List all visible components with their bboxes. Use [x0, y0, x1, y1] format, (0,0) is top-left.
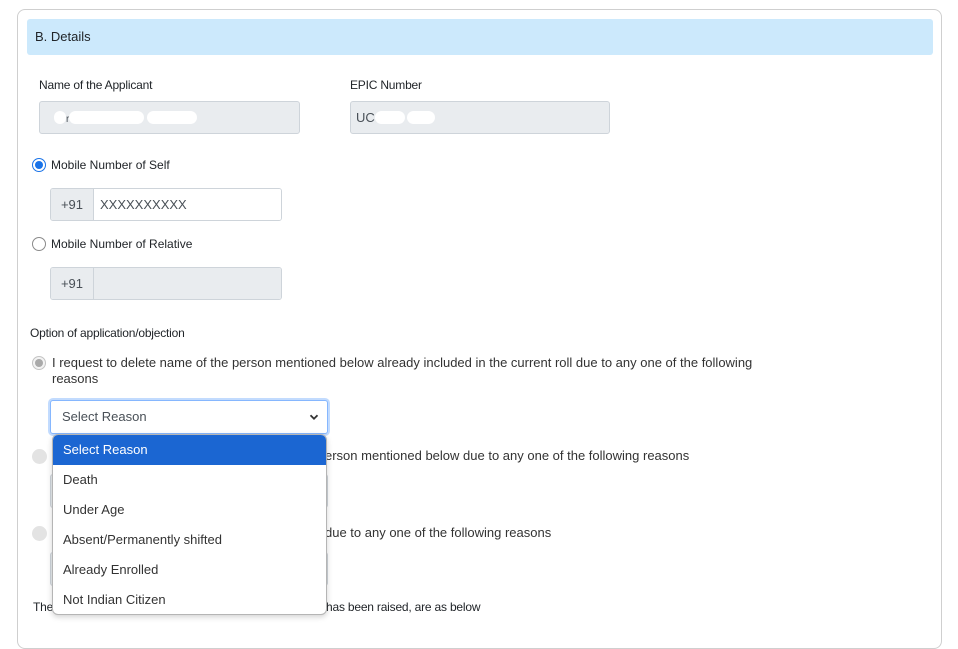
section-header: B. Details	[27, 19, 933, 55]
footer-text-end: has been raised, are as below	[326, 600, 481, 614]
applicant-name-label: Name of the Applicant	[39, 78, 153, 92]
mobile-relative-label: Mobile Number of Relative	[51, 237, 193, 251]
epic-number-value: UC	[356, 110, 375, 125]
application-option-heading: Option of application/objection	[30, 326, 185, 340]
redaction-mask	[69, 111, 145, 125]
option-2-text: erson mentioned below due to any one of …	[325, 448, 690, 463]
mobile-relative-input[interactable]	[94, 268, 281, 299]
section-title: B. Details	[35, 29, 91, 44]
country-code-prefix: +91	[51, 268, 94, 299]
redaction-mask	[54, 111, 66, 125]
redaction-mask	[406, 111, 435, 125]
delete-name-radio[interactable]	[32, 356, 46, 370]
dropdown-option[interactable]: Already Enrolled	[53, 555, 326, 585]
dropdown-option[interactable]: Absent/Permanently shifted	[53, 525, 326, 555]
mobile-relative-input-group: +91	[50, 267, 282, 300]
delete-reason-select[interactable]: Select Reason	[50, 400, 328, 434]
chevron-down-icon	[309, 414, 319, 420]
option-2-radio[interactable]	[32, 449, 47, 464]
epic-number-field: UC	[350, 101, 610, 134]
dropdown-option[interactable]: Not Indian Citizen	[53, 585, 326, 614]
redaction-mask	[374, 111, 405, 125]
dropdown-option[interactable]: Under Age	[53, 495, 326, 525]
mobile-relative-radio[interactable]	[32, 237, 46, 251]
mobile-self-label: Mobile Number of Self	[51, 158, 170, 172]
mobile-self-radio[interactable]	[32, 158, 46, 172]
mobile-self-input-group: +91	[50, 188, 282, 221]
option-3-text: due to any one of the following reasons	[325, 525, 552, 540]
mobile-self-input[interactable]	[94, 189, 281, 220]
dropdown-option[interactable]: Select Reason	[53, 435, 326, 465]
reason-dropdown-list: Select Reason Death Under Age Absent/Per…	[52, 434, 327, 615]
delete-reason-select-value: Select Reason	[62, 409, 147, 424]
footer-text-start: The	[33, 600, 54, 614]
mobile-relative-option[interactable]: Mobile Number of Relative	[32, 237, 192, 251]
country-code-prefix: +91	[51, 189, 94, 220]
option-3-radio[interactable]	[32, 526, 47, 541]
delete-name-option-text: I request to delete name of the person m…	[52, 355, 753, 386]
applicant-name-field: r	[39, 101, 300, 134]
redaction-mask	[147, 111, 198, 125]
epic-number-label: EPIC Number	[350, 78, 422, 92]
mobile-self-option[interactable]: Mobile Number of Self	[32, 158, 170, 172]
dropdown-option[interactable]: Death	[53, 465, 326, 495]
